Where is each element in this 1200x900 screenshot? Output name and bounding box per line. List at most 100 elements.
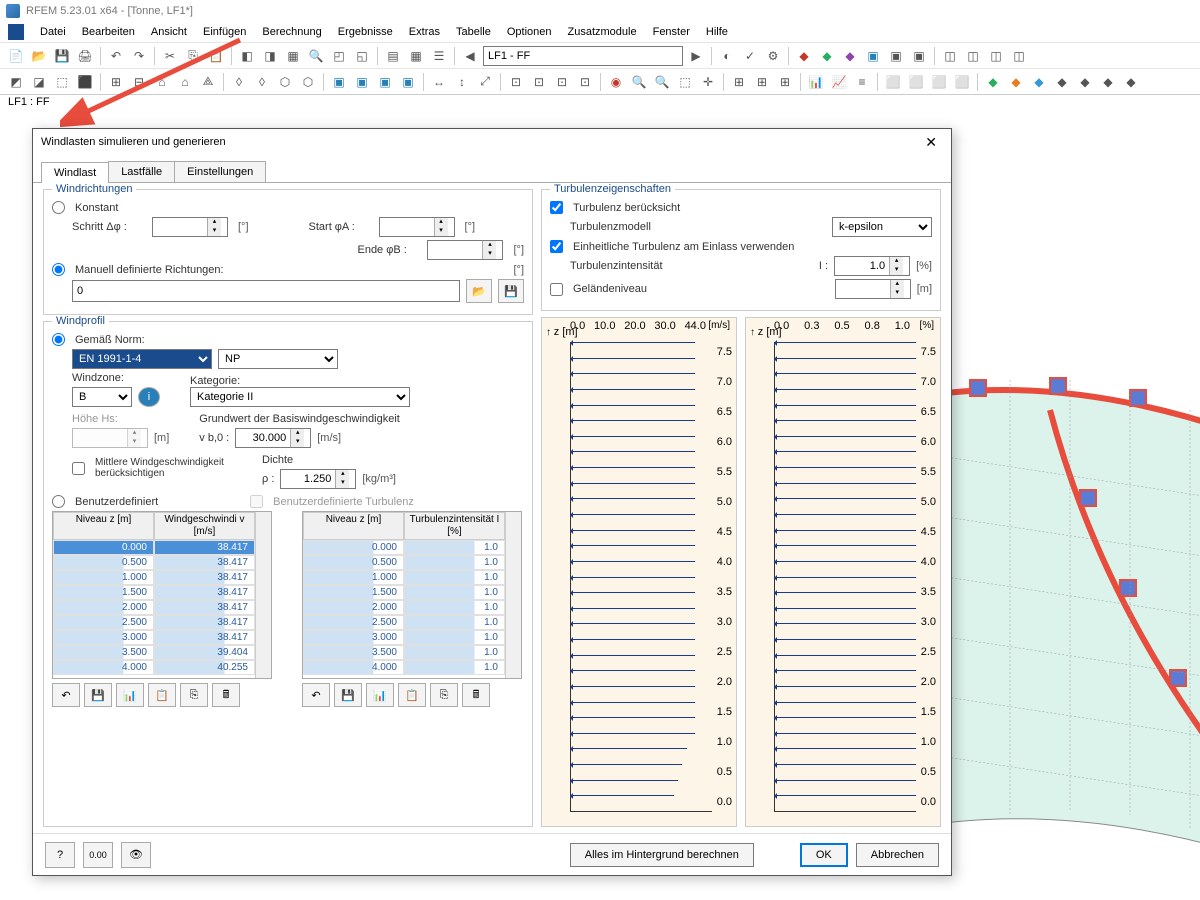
tb-icon[interactable]: ≡ bbox=[852, 72, 872, 92]
menu-optionen[interactable]: Optionen bbox=[499, 24, 560, 40]
save-icon[interactable]: 💾 bbox=[52, 46, 72, 66]
tb-icon[interactable]: ◰ bbox=[329, 46, 349, 66]
tbl-btn[interactable]: 📊 bbox=[116, 683, 144, 707]
table-turbulenz[interactable]: Niveau z [m]Turbulenzintensität I [%] 0.… bbox=[303, 512, 505, 678]
table-row[interactable]: 4.0001.0 bbox=[303, 660, 505, 675]
radio-norm[interactable] bbox=[52, 333, 65, 346]
tbl-btn[interactable]: 📋 bbox=[398, 683, 426, 707]
check-turbulenz[interactable]: Turbulenz berücksicht bbox=[550, 201, 932, 214]
table-row[interactable]: 4.00040.255 bbox=[53, 660, 255, 675]
tb-icon[interactable]: ⚙ bbox=[763, 46, 783, 66]
tb-icon[interactable]: ◩ bbox=[6, 72, 26, 92]
tb-icon[interactable]: ◆ bbox=[1121, 72, 1141, 92]
tb-icon[interactable]: ◆ bbox=[840, 46, 860, 66]
tbl-btn[interactable]: 🖩 bbox=[212, 683, 240, 707]
table-row[interactable]: 3.00038.417 bbox=[53, 630, 255, 645]
table-row[interactable]: 1.50038.417 bbox=[53, 585, 255, 600]
tb-icon[interactable]: 🔍 bbox=[652, 72, 672, 92]
menu-datei[interactable]: Datei bbox=[32, 24, 74, 40]
tbl-btn[interactable]: ⎘ bbox=[180, 683, 208, 707]
cancel-button[interactable]: Abbrechen bbox=[856, 843, 939, 867]
select-windzone[interactable]: B bbox=[72, 387, 132, 407]
new-icon[interactable]: 📄 bbox=[6, 46, 26, 66]
input-ende[interactable]: ▴▾ bbox=[427, 240, 503, 260]
tbl-btn[interactable]: 🖩 bbox=[462, 683, 490, 707]
calc-background-button[interactable]: Alles im Hintergrund berechnen bbox=[570, 843, 754, 867]
tb-icon[interactable]: ◫ bbox=[986, 46, 1006, 66]
check-einheitlich[interactable]: Einheitliche Turbulenz am Einlass verwen… bbox=[550, 240, 932, 253]
tb-icon[interactable]: ◫ bbox=[1009, 46, 1029, 66]
menu-hilfe[interactable]: Hilfe bbox=[698, 24, 736, 40]
tb-icon[interactable]: ⬜ bbox=[929, 72, 949, 92]
input-vb0[interactable]: ▴▾ bbox=[235, 428, 311, 448]
tbl-btn[interactable]: 📊 bbox=[366, 683, 394, 707]
input-start[interactable]: ▴▾ bbox=[379, 217, 455, 237]
tbl-btn[interactable]: ⎘ bbox=[430, 683, 458, 707]
tb-icon[interactable]: ☰ bbox=[429, 46, 449, 66]
menu-zusatzmodule[interactable]: Zusatzmodule bbox=[560, 24, 645, 40]
tbl-btn[interactable]: ↶ bbox=[302, 683, 330, 707]
tb-icon[interactable]: ↔ bbox=[429, 72, 449, 92]
select-kategorie[interactable]: Kategorie II bbox=[190, 387, 410, 407]
tb-icon[interactable]: ⊟ bbox=[129, 72, 149, 92]
units-icon[interactable]: 0.00 bbox=[83, 842, 113, 868]
tb-icon[interactable]: ⟁ bbox=[198, 72, 218, 92]
table-row[interactable]: 0.5001.0 bbox=[303, 555, 505, 570]
radio-manuell[interactable] bbox=[52, 263, 65, 276]
tb-icon[interactable]: ⬜ bbox=[906, 72, 926, 92]
check-gelaende[interactable]: Geländeniveau ▴▾ [m] bbox=[550, 279, 932, 299]
tb-icon[interactable]: ◉ bbox=[606, 72, 626, 92]
grid-icon[interactable]: ▤ bbox=[383, 46, 403, 66]
input-intensitaet[interactable]: ▴▾ bbox=[834, 256, 910, 276]
tb-icon[interactable]: ▣ bbox=[886, 46, 906, 66]
tb-icon[interactable]: ◪ bbox=[29, 72, 49, 92]
table-row[interactable]: 0.50038.417 bbox=[53, 555, 255, 570]
tb-icon[interactable]: ◱ bbox=[352, 46, 372, 66]
table-icon[interactable]: ▦ bbox=[406, 46, 426, 66]
tb-icon[interactable]: ◊ bbox=[252, 72, 272, 92]
pick-icon[interactable]: 📂 bbox=[466, 279, 492, 303]
cut-icon[interactable]: ✂ bbox=[160, 46, 180, 66]
menu-ansicht[interactable]: Ansicht bbox=[143, 24, 195, 40]
table-row[interactable]: 0.0001.0 bbox=[303, 540, 505, 555]
close-icon[interactable]: ✕ bbox=[919, 132, 943, 153]
input-schritt[interactable]: ▴▾ bbox=[152, 217, 228, 237]
undo-icon[interactable]: ↶ bbox=[106, 46, 126, 66]
table-row[interactable]: 2.5001.0 bbox=[303, 615, 505, 630]
tb-icon[interactable]: ⊡ bbox=[529, 72, 549, 92]
tb-icon[interactable]: ⬚ bbox=[52, 72, 72, 92]
tb-icon[interactable]: ◆ bbox=[1052, 72, 1072, 92]
tb-icon[interactable]: ◆ bbox=[983, 72, 1003, 92]
tb-icon[interactable]: ▣ bbox=[398, 72, 418, 92]
tb-icon[interactable]: ⊡ bbox=[575, 72, 595, 92]
radio-konstant[interactable] bbox=[52, 201, 65, 214]
input-hoehe[interactable]: ▴▾ bbox=[72, 428, 148, 448]
table-row[interactable]: 2.50038.417 bbox=[53, 615, 255, 630]
tb-icon[interactable]: ◆ bbox=[817, 46, 837, 66]
tb-icon[interactable]: ▣ bbox=[863, 46, 883, 66]
table-row[interactable]: 0.00038.417 bbox=[53, 540, 255, 555]
prev-icon[interactable]: ◀ bbox=[460, 46, 480, 66]
tb-icon[interactable]: ⬛ bbox=[75, 72, 95, 92]
tb-icon[interactable]: ⊞ bbox=[752, 72, 772, 92]
table-row[interactable]: 1.00038.417 bbox=[53, 570, 255, 585]
tb-icon[interactable]: ◊ bbox=[229, 72, 249, 92]
table-row[interactable]: 3.50039.404 bbox=[53, 645, 255, 660]
tb-icon[interactable]: ⬜ bbox=[952, 72, 972, 92]
tb-icon[interactable]: ⤢ bbox=[475, 72, 495, 92]
tb-icon[interactable]: ⬡ bbox=[298, 72, 318, 92]
tb-icon[interactable]: ▣ bbox=[329, 72, 349, 92]
tbl-btn[interactable]: 💾 bbox=[334, 683, 362, 707]
menu-ergebnisse[interactable]: Ergebnisse bbox=[330, 24, 401, 40]
scrollbar[interactable] bbox=[255, 512, 271, 678]
loadcase-dropdown[interactable]: LF1 - FF bbox=[483, 46, 683, 66]
tb-icon[interactable]: ▣ bbox=[352, 72, 372, 92]
select-norm[interactable]: EN 1991-1-4 bbox=[72, 349, 212, 369]
ok-button[interactable]: OK bbox=[800, 843, 848, 867]
menu-bearbeiten[interactable]: Bearbeiten bbox=[74, 24, 143, 40]
tbl-btn[interactable]: 💾 bbox=[84, 683, 112, 707]
input-gelaende[interactable]: ▴▾ bbox=[835, 279, 911, 299]
tb-icon[interactable]: ◨ bbox=[260, 46, 280, 66]
menu-extras[interactable]: Extras bbox=[401, 24, 448, 40]
copy-icon[interactable]: ⎘ bbox=[183, 46, 203, 66]
